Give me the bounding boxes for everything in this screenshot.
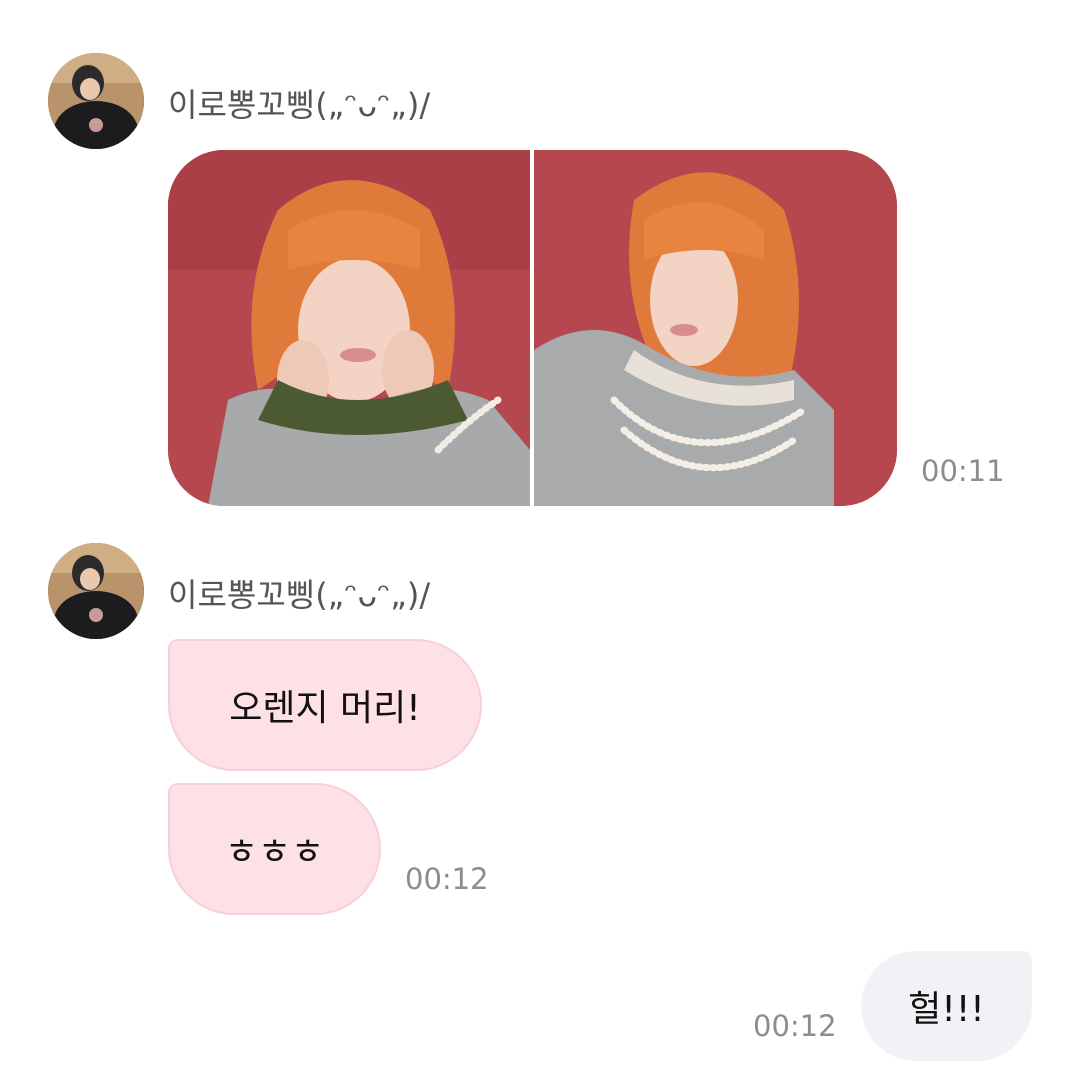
message-bubble[interactable]: ㅎㅎㅎ: [168, 783, 381, 915]
photo-1[interactable]: [168, 150, 530, 506]
message-text: 헐!!!: [908, 989, 985, 1030]
message-bubble[interactable]: 오렌지 머리!: [168, 639, 482, 771]
photo-2-image: [534, 150, 897, 506]
sender-name: 이로뽕꼬삥(„ᵔᴗᵔ„)/: [168, 86, 431, 124]
message-time: 00:12: [753, 1009, 837, 1043]
message-time: 00:12: [405, 862, 489, 896]
my-message-bubble[interactable]: 헐!!!: [861, 951, 1032, 1061]
message-time: 00:11: [921, 454, 1005, 488]
avatar-image: [48, 543, 144, 639]
sender-avatar[interactable]: [48, 543, 144, 639]
sender-avatar[interactable]: [48, 53, 144, 149]
photo-message[interactable]: [168, 150, 897, 506]
message-text: ㅎㅎㅎ: [224, 832, 325, 873]
photo-1-image: [168, 150, 530, 506]
sender-name: 이로뽕꼬삥(„ᵔᴗᵔ„)/: [168, 576, 431, 614]
avatar-image: [48, 53, 144, 149]
message-text: 오렌지 머리!: [229, 688, 421, 729]
photo-2[interactable]: [534, 150, 897, 506]
